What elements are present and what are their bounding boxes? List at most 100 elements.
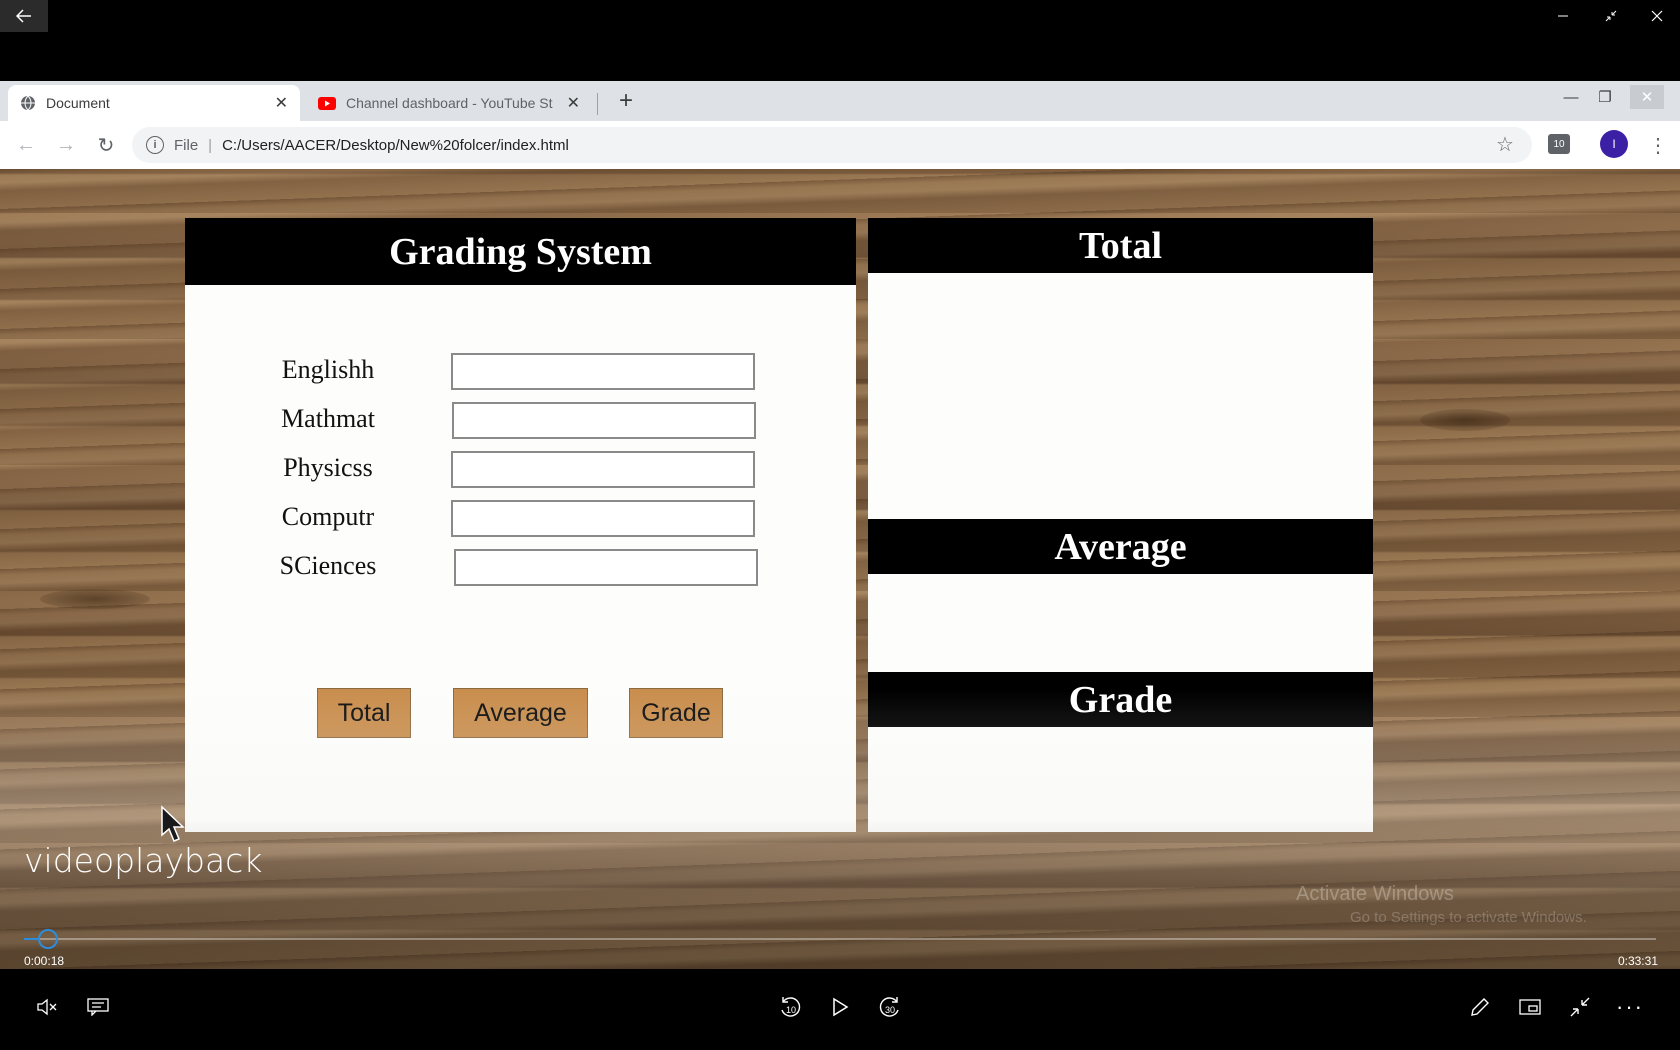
browser-menu-icon[interactable]: ⋮	[1648, 131, 1668, 159]
tab-separator	[597, 93, 598, 115]
tab-strip: Document ✕ Channel dashboard - YouTube S…	[0, 81, 1680, 121]
total-output	[868, 273, 1373, 519]
english-label: Englishh	[281, 355, 375, 384]
browser-minimize-button[interactable]: —	[1554, 85, 1588, 109]
physics-label: Physicss	[283, 453, 373, 482]
browser-restore-button[interactable]: ❐	[1588, 85, 1622, 109]
extension-icon[interactable]: 10	[1548, 134, 1570, 154]
wood-texture	[1420, 409, 1510, 431]
subtitles-icon	[87, 998, 109, 1016]
tab-close-icon[interactable]: ✕	[567, 93, 580, 113]
tab-document[interactable]: Document ✕	[8, 85, 300, 121]
sciences-input[interactable]	[454, 549, 758, 586]
minimize-icon	[1558, 15, 1568, 17]
minimize-icon: —	[1563, 88, 1579, 106]
play-button[interactable]	[820, 987, 860, 1027]
more-options-button[interactable]: ···	[1610, 987, 1650, 1027]
english-input[interactable]	[451, 353, 755, 390]
seek-bar[interactable]	[24, 938, 1656, 940]
average-output	[868, 574, 1373, 672]
activation-watermark: Activate Windows	[1296, 883, 1454, 905]
math-label: Mathmat	[281, 404, 375, 433]
sciences-label: SCiences	[279, 551, 377, 580]
arrow-right-icon: →	[56, 133, 76, 156]
total-time: 0:33:31	[1617, 954, 1658, 968]
globe-icon	[21, 95, 35, 111]
browser-close-button[interactable]: ✕	[1630, 85, 1664, 109]
average-heading: Average	[868, 519, 1373, 574]
minimize-button[interactable]	[1540, 0, 1586, 32]
physics-input[interactable]	[451, 451, 755, 488]
computer-input[interactable]	[451, 500, 755, 537]
tab-title: Channel dashboard - YouTube St	[346, 95, 553, 111]
seek-bar-progress	[24, 938, 39, 940]
form-row-sciences: SCiences	[185, 549, 856, 587]
skip-back-10-button[interactable]: 10	[770, 987, 810, 1027]
browser-window: Document ✕ Channel dashboard - YouTube S…	[0, 81, 1680, 169]
current-time: 0:00:18	[24, 954, 65, 968]
form-row-math: Mathmat	[185, 402, 856, 440]
plus-icon: +	[618, 87, 633, 114]
bookmark-star-icon[interactable]: ☆	[1496, 132, 1514, 157]
exit-fullscreen-icon	[1570, 997, 1590, 1017]
subtitles-button[interactable]	[78, 987, 118, 1027]
pencil-icon	[1471, 998, 1489, 1016]
total-button[interactable]: Total	[317, 688, 411, 738]
total-heading: Total	[868, 218, 1373, 273]
address-scheme: File	[174, 136, 199, 154]
back-button[interactable]	[0, 0, 48, 32]
svg-text:10: 10	[786, 1005, 796, 1015]
close-icon	[1651, 10, 1663, 22]
player-controls: 10 30 ···	[0, 969, 1680, 1050]
form-row-physics: Physicss	[185, 451, 856, 489]
address-url[interactable]: C:/Users/AACER/Desktop/New%20folcer/inde…	[222, 137, 569, 154]
mouse-cursor-icon	[161, 805, 185, 842]
profile-avatar[interactable]: I	[1600, 130, 1628, 158]
nav-forward-button[interactable]: →	[52, 131, 80, 159]
average-button[interactable]: Average	[453, 688, 588, 738]
address-bar[interactable]: i File | C:/Users/AACER/Desktop/New%20fo…	[132, 127, 1532, 163]
skip-back-10-icon: 10	[781, 997, 801, 1017]
back-arrow-icon	[16, 9, 31, 23]
browser-toolbar: ← → ↻ i File | C:/Users/AACER/Desktop/Ne…	[0, 121, 1680, 169]
close-button[interactable]	[1634, 0, 1680, 32]
grade-heading: Grade	[868, 672, 1373, 727]
reload-icon: ↻	[97, 134, 115, 157]
play-icon	[833, 997, 849, 1017]
skip-forward-30-icon: 30	[879, 997, 899, 1017]
mini-view-icon	[1519, 999, 1541, 1015]
form-row-english: Englishh	[185, 353, 856, 391]
collapse-icon	[1605, 10, 1617, 22]
computer-label: Computr	[281, 502, 375, 531]
restore-icon: ❐	[1598, 89, 1612, 106]
exit-fullscreen-button[interactable]	[1560, 987, 1600, 1027]
player-title-bar	[0, 0, 1680, 81]
seek-thumb[interactable]	[38, 929, 58, 949]
wood-texture	[40, 589, 150, 609]
tab-title: Document	[46, 95, 110, 111]
mini-view-button[interactable]	[1510, 987, 1550, 1027]
grading-form-panel: Grading System Englishh Mathmat Physicss…	[185, 218, 856, 832]
youtube-icon	[318, 96, 336, 110]
close-icon: ✕	[1640, 89, 1654, 106]
grade-button[interactable]: Grade	[629, 688, 723, 738]
reload-button[interactable]: ↻	[92, 131, 120, 159]
form-row-computer: Computr	[185, 500, 856, 538]
new-tab-button[interactable]: +	[612, 87, 640, 115]
tab-youtube-studio[interactable]: Channel dashboard - YouTube St ✕	[306, 85, 592, 121]
restore-button[interactable]	[1588, 0, 1634, 32]
mute-button[interactable]	[27, 987, 67, 1027]
svg-text:30: 30	[885, 1005, 895, 1015]
skip-forward-30-button[interactable]: 30	[870, 987, 910, 1027]
edit-button[interactable]	[1460, 987, 1500, 1027]
form-title: Grading System	[185, 218, 856, 285]
info-icon[interactable]: i	[146, 136, 164, 154]
page-viewport: Grading System Englishh Mathmat Physicss…	[0, 169, 1680, 969]
arrow-left-icon: ←	[16, 133, 36, 156]
activation-watermark-sub: Go to Settings to activate Windows.	[1350, 909, 1587, 926]
nav-back-button[interactable]: ←	[12, 131, 40, 159]
math-input[interactable]	[452, 402, 756, 439]
results-panel: Total Average Grade	[868, 218, 1373, 832]
address-divider: |	[208, 136, 213, 154]
tab-close-icon[interactable]: ✕	[275, 93, 288, 113]
